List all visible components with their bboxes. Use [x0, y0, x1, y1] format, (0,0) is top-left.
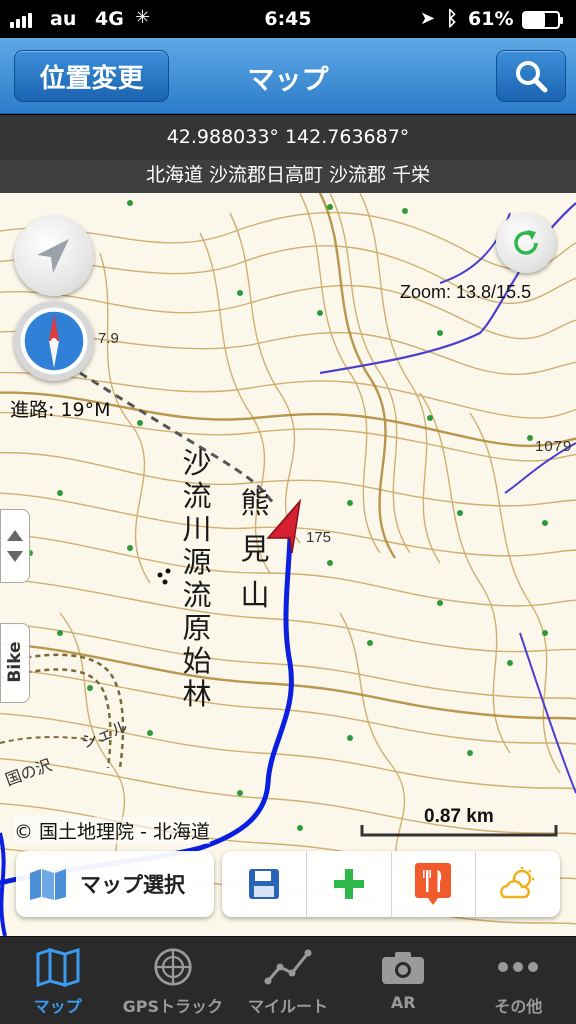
battery-percent: 61% — [468, 8, 514, 30]
map-view[interactable]: Zoom: 13.8/15.5 進路: 19°M 7.9 1079 175 熊見… — [0, 193, 576, 936]
tab-label: AR — [390, 993, 416, 1012]
compass-button[interactable] — [14, 301, 94, 381]
restaurant-button[interactable] — [392, 851, 477, 917]
weather-icon — [500, 867, 535, 899]
address-bar: 北海道 沙流郡日高町 沙流郡 千栄 — [0, 160, 576, 193]
up-down-arrows-icon — [7, 530, 23, 562]
tab-bar: マップ GPSトラック マイルート AR その他 — [0, 936, 576, 1024]
weather-button[interactable] — [476, 851, 560, 917]
bike-mode-tab[interactable]: Bike — [0, 623, 30, 703]
navigation-mode-button[interactable] — [14, 216, 94, 296]
zoom-level: Zoom: 13.8/15.5 — [400, 282, 532, 302]
tab-my-route[interactable]: マイルート — [230, 937, 345, 1024]
navigation-bar: 位置変更 マップ — [0, 38, 576, 114]
status-bar: au 4G ✳ 6:45 ➤ ᛒ 61% — [0, 0, 576, 38]
map-icon — [36, 947, 80, 987]
route-icon — [264, 949, 312, 985]
elevation-label: 7.9 — [98, 330, 119, 347]
map-icon — [30, 869, 66, 900]
save-icon — [248, 869, 279, 899]
elevation-label: 1079 — [535, 438, 573, 455]
navigation-arrow-icon — [37, 239, 69, 273]
map-action-toolbar — [222, 851, 560, 917]
tab-ar[interactable]: AR — [346, 937, 461, 1024]
refresh-icon — [514, 230, 538, 255]
add-icon — [333, 869, 364, 899]
scale-label: 0.87 km — [424, 806, 494, 827]
tab-label: マップ — [33, 997, 82, 1016]
bike-mode-label: Bike — [5, 641, 25, 683]
location-arrow-icon: ➤ — [420, 8, 436, 29]
page-title: マップ — [247, 65, 329, 96]
tab-label: マイルート — [248, 997, 329, 1016]
tab-label: GPSトラック — [122, 997, 223, 1016]
camera-icon — [382, 952, 425, 984]
battery-icon — [522, 11, 563, 29]
map-select-button[interactable]: マップ選択 — [16, 851, 214, 917]
restaurant-icon — [415, 863, 452, 905]
radar-icon — [154, 948, 192, 986]
map-attribution: © 国土地理院 - 北海道 — [14, 817, 210, 844]
save-button[interactable] — [222, 851, 307, 917]
tab-label: その他 — [494, 997, 543, 1016]
tab-more[interactable]: その他 — [461, 937, 576, 1024]
bluetooth-icon: ᛒ — [446, 6, 458, 30]
forest-name-label: 沙流川源流原始林 — [182, 446, 212, 711]
heading-readout: 進路: 19°M — [10, 399, 111, 421]
elevation-label: 175 — [306, 529, 332, 546]
refresh-button[interactable] — [496, 213, 556, 273]
search-button[interactable] — [496, 50, 566, 102]
coordinates-bar: 42.988033° 142.763687° — [0, 115, 576, 160]
tab-map[interactable]: マップ — [0, 937, 115, 1024]
compass-icon — [23, 310, 85, 372]
search-icon — [516, 61, 548, 93]
map-select-label: マップ選択 — [80, 873, 185, 897]
more-icon — [498, 962, 539, 972]
tab-gps-track[interactable]: GPSトラック — [115, 937, 230, 1024]
add-button[interactable] — [307, 851, 392, 917]
mountain-name-label: 熊見山 — [240, 486, 270, 612]
map-pan-control[interactable] — [0, 509, 30, 583]
